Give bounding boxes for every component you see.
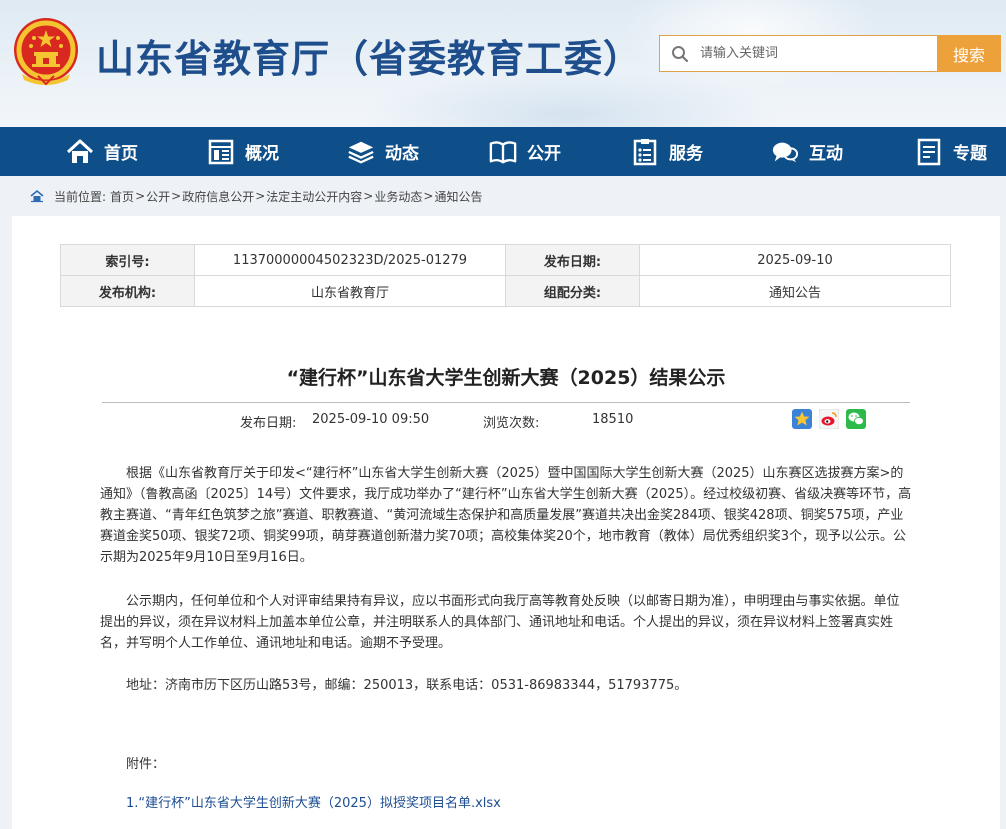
- search-box: [659, 35, 938, 72]
- pub-date-value: 2025-09-10 09:50: [312, 412, 430, 427]
- attachment-label: 附件：: [126, 757, 166, 772]
- breadcrumb-separator: >: [255, 189, 266, 203]
- table-row: 发布机构: 山东省教育厅 组配分类: 通知公告: [60, 275, 951, 307]
- search-icon: [660, 36, 700, 71]
- nav-label: 专题: [953, 144, 987, 164]
- views-value: 18510: [592, 412, 634, 427]
- qzone-share-icon[interactable]: [792, 409, 812, 429]
- search-input[interactable]: [700, 38, 930, 69]
- nav-item-home[interactable]: 首页: [66, 127, 138, 176]
- attachment-link[interactable]: 1.“建行杯”山东省大学生创新大赛（2025）拟授奖项目名单.xlsx: [126, 796, 501, 811]
- breadcrumb-separator: >: [423, 189, 434, 203]
- metadata-table: 索引号: 11370000004502323D/2025-01279 发布日期:…: [60, 244, 951, 307]
- nav-item-topic[interactable]: 专题: [915, 127, 987, 176]
- home-icon: [66, 138, 94, 166]
- date-value: 2025-09-10: [639, 244, 951, 276]
- index-value: 11370000004502323D/2025-01279: [194, 244, 506, 276]
- attachment-list: 1.“建行杯”山东省大学生创新大赛（2025）拟授奖项目名单.xlsx: [100, 793, 912, 814]
- site-title[interactable]: 山东省教育厅（省委教育工委）: [96, 28, 642, 83]
- wechat-share-icon[interactable]: [846, 409, 866, 429]
- breadcrumb-home-icon: [30, 189, 44, 203]
- paragraph-1: 根据《山东省教育厅关于印发<“建行杯”山东省大学生创新大赛（2025）暨中国国际…: [100, 466, 912, 565]
- nav-label: 首页: [104, 144, 138, 164]
- article-title: “建行杯”山东省大学生创新大赛（2025）结果公示: [286, 367, 726, 389]
- paragraph-2: 公示期内，任何单位和个人对评审结果持有异议，应以书面形式向我厅高等教育处反映（以…: [100, 594, 900, 651]
- org-label: 发布机构:: [60, 275, 195, 307]
- breadcrumb-link-open[interactable]: 公开: [146, 188, 170, 205]
- breadcrumb-link-statutory[interactable]: 法定主动公开内容: [266, 188, 362, 205]
- nav-label: 互动: [809, 144, 843, 164]
- breadcrumb: 当前位置: 首页 > 公开 > 政府信息公开 > 法定主动公开内容 > 业务动态 > 通知…: [30, 187, 482, 205]
- breadcrumb-prefix: 当前位置:: [54, 189, 107, 204]
- views-label: 浏览次数:: [483, 416, 540, 431]
- nav-item-service[interactable]: 服务: [631, 127, 703, 176]
- article-body-2: 公示期内，任何单位和个人对评审结果持有异议，应以书面形式向我厅高等教育处反映（以…: [100, 591, 912, 654]
- nav-label: 概况: [245, 144, 279, 164]
- nav-label: 公开: [527, 144, 561, 164]
- index-label: 索引号:: [60, 244, 195, 276]
- main-nav: 首页 概况 动态 公开 服务 互动 专题: [0, 127, 1006, 176]
- breadcrumb-separator: >: [171, 189, 182, 203]
- national-emblem-icon[interactable]: [12, 16, 80, 88]
- attachment-section: 附件：: [100, 754, 912, 775]
- breadcrumb-link-business[interactable]: 业务动态: [374, 188, 422, 205]
- article-body: 根据《山东省教育厅关于印发<“建行杯”山东省大学生创新大赛（2025）暨中国国际…: [100, 463, 912, 568]
- nav-label: 服务: [669, 144, 703, 164]
- table-row: 索引号: 11370000004502323D/2025-01279 发布日期:…: [60, 244, 951, 276]
- date-label: 发布日期:: [505, 244, 640, 276]
- weibo-share-icon[interactable]: [819, 409, 839, 429]
- nav-item-news[interactable]: 动态: [347, 127, 419, 176]
- category-value: 通知公告: [639, 275, 951, 307]
- nav-label: 动态: [385, 144, 419, 164]
- content-panel: 索引号: 11370000004502323D/2025-01279 发布日期:…: [12, 216, 1000, 829]
- service-doc-icon: [631, 138, 659, 166]
- pub-date-label: 发布日期:: [240, 416, 297, 431]
- category-label: 组配分类:: [505, 275, 640, 307]
- site-header: 山东省教育厅（省委教育工委） 搜索: [0, 0, 1006, 127]
- search-button[interactable]: 搜索: [937, 35, 1001, 72]
- address-text: 地址：济南市历下区历山路53号，邮编：250013，联系电话：0531-8698…: [126, 678, 688, 693]
- nav-item-open[interactable]: 公开: [489, 127, 561, 176]
- topic-doc-icon: [915, 138, 943, 166]
- nav-item-overview[interactable]: 概况: [207, 127, 279, 176]
- nav-item-interact[interactable]: 互动: [771, 127, 843, 176]
- breadcrumb-link-home[interactable]: 首页: [110, 188, 134, 205]
- breadcrumb-separator: >: [135, 189, 146, 203]
- overview-icon: [207, 138, 235, 166]
- title-divider: [102, 402, 910, 403]
- breadcrumb-link-gov-info[interactable]: 政府信息公开: [182, 188, 254, 205]
- breadcrumb-link-notices[interactable]: 通知公告: [434, 188, 482, 205]
- article-body-3: 地址：济南市历下区历山路53号，邮编：250013，联系电话：0531-8698…: [100, 675, 912, 696]
- chat-bubble-icon: [771, 138, 799, 166]
- org-value: 山东省教育厅: [194, 275, 506, 307]
- breadcrumb-separator: >: [363, 189, 374, 203]
- news-stack-icon: [347, 138, 375, 166]
- open-book-icon: [489, 138, 517, 166]
